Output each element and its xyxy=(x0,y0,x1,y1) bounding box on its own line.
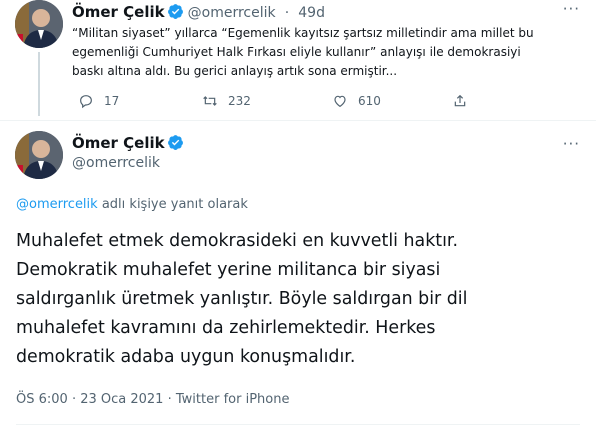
more-options-icon[interactable]: ··· xyxy=(563,0,580,18)
heart-icon xyxy=(334,95,346,108)
tweet-source[interactable]: Twitter for iPhone xyxy=(176,392,290,407)
main-tweet-text-line: demokratik adaba uygun konuşmalıdır. xyxy=(16,347,356,367)
tweet-metadata: ÖS 6:00 · 23 Oca 2021 · Twitter for iPho… xyxy=(16,392,289,407)
replying-to-line: @omerrcelik adlı kişiye yanıt olarak xyxy=(16,197,248,212)
main-tweet-text-line: muhalefet kavramını da zehirlemektedir. … xyxy=(16,318,436,338)
share-button[interactable] xyxy=(452,93,478,109)
reply-count: 17 xyxy=(104,94,120,108)
tweet-divider xyxy=(0,120,596,121)
reply-to-label: adlı kişiye yanıt olarak xyxy=(97,197,248,212)
main-author-name[interactable]: Ömer Çelik xyxy=(72,134,165,152)
retweet-button[interactable]: 232 xyxy=(202,93,251,109)
like-count: 610 xyxy=(358,94,381,108)
parent-tweet-text-line: baskı altına aldı. Bu gerici anlayış art… xyxy=(72,64,398,78)
parent-author-name[interactable]: Ömer Çelik xyxy=(72,3,165,21)
thread-connector-line xyxy=(38,52,40,116)
parent-author-avatar[interactable] xyxy=(15,0,63,48)
retweet-icon xyxy=(203,96,217,106)
main-tweet-text-line: Demokratik muhalefet yerine militanca bi… xyxy=(16,260,441,280)
parent-tweet-text: “Militan siyaset” yıllarca “Egemenlik ka… xyxy=(72,24,582,81)
tweet-divider xyxy=(16,424,580,425)
parent-tweet-time[interactable]: 49d xyxy=(298,5,325,21)
parent-tweet-actions: 17 232 610 xyxy=(72,93,572,113)
reply-button[interactable]: 17 xyxy=(78,93,119,109)
main-tweet-text-line: saldırganlık üretmek yanlıştır. Böyle sa… xyxy=(16,289,468,309)
main-author-avatar[interactable] xyxy=(15,131,63,179)
main-tweet-text-line: Muhalefet etmek demokrasideki en kuvvetl… xyxy=(16,231,458,251)
main-author-handle[interactable]: @omerrcelik xyxy=(72,155,160,171)
like-button[interactable]: 610 xyxy=(332,93,381,109)
tweet-date[interactable]: 23 Oca 2021 xyxy=(80,392,163,407)
meta-separator: · xyxy=(163,392,176,407)
parent-tweet-header: Ömer Çelik @omerrcelik · 49d xyxy=(72,2,325,21)
meta-separator: · xyxy=(67,392,81,407)
reply-icon xyxy=(80,95,92,109)
verified-badge-icon xyxy=(167,3,184,20)
header-separator: · xyxy=(284,5,290,21)
main-author-name-row: Ömer Çelik xyxy=(72,133,184,152)
parent-tweet-text-line: egemenliği Cumhuriyet Halk Fırkası eliyl… xyxy=(72,45,521,59)
reply-mention-link[interactable]: @omerrcelik xyxy=(16,197,98,212)
share-icon xyxy=(454,94,466,107)
verified-badge-icon xyxy=(167,134,184,151)
parent-author-handle[interactable]: @omerrcelik xyxy=(188,5,276,21)
main-tweet-text: Muhalefet etmek demokrasideki en kuvvetl… xyxy=(16,227,591,372)
more-options-icon[interactable]: ··· xyxy=(563,135,580,153)
parent-tweet-text-line: “Militan siyaset” yıllarca “Egemenlik ka… xyxy=(72,26,534,40)
tweet-time[interactable]: ÖS 6:00 xyxy=(16,392,68,407)
retweet-count: 232 xyxy=(228,94,251,108)
